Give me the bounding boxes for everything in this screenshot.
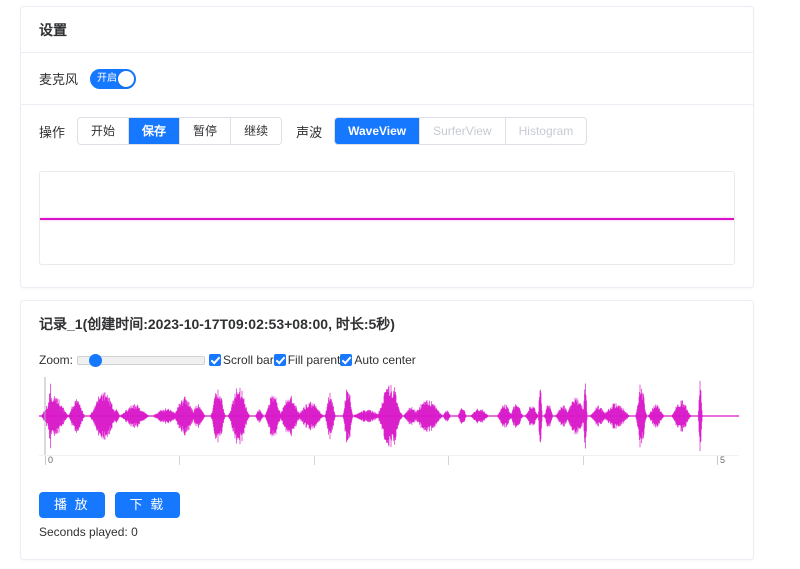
microphone-toggle-label: 开启 xyxy=(91,70,117,88)
auto-center-checkbox[interactable] xyxy=(340,354,352,366)
zoom-label: Zoom: xyxy=(39,353,73,367)
operations-label: 操作 xyxy=(39,122,65,141)
pause-button[interactable]: 暂停 xyxy=(180,118,231,144)
waveform-timeline[interactable]: 05 xyxy=(39,455,739,476)
waveform-options-group: Scroll bar Fill parent Auto center xyxy=(209,353,416,367)
waveview-button[interactable]: WaveView xyxy=(335,118,420,144)
app-root: 设置 麦克风 开启 操作 开始 保存 暂停 继续 声波 WaveView Sur… xyxy=(0,0,800,569)
download-button[interactable]: 下 载 xyxy=(115,492,181,518)
auto-center-label: Auto center xyxy=(354,353,415,367)
waveform-canvas[interactable] xyxy=(39,377,735,455)
start-button[interactable]: 开始 xyxy=(78,118,129,144)
playback-actions: 播 放 下 载 xyxy=(39,492,735,518)
timeline-tick xyxy=(314,456,315,465)
timeline-tick xyxy=(448,456,449,465)
fill-parent-option[interactable]: Fill parent xyxy=(274,353,341,367)
histogram-button: Histogram xyxy=(506,118,587,144)
settings-card-title: 设置 xyxy=(21,7,753,53)
settings-card: 设置 麦克风 开启 操作 开始 保存 暂停 继续 声波 WaveView Sur… xyxy=(20,6,754,288)
scroll-bar-option[interactable]: Scroll bar xyxy=(209,353,274,367)
waveform-graphic xyxy=(39,377,739,455)
scroll-bar-checkbox[interactable] xyxy=(209,354,221,366)
live-wave-preview[interactable] xyxy=(39,171,735,265)
microphone-row: 麦克风 开启 xyxy=(21,53,753,105)
seconds-played-status: Seconds played: 0 xyxy=(39,525,735,539)
scroll-bar-label: Scroll bar xyxy=(223,353,274,367)
record-title: 记录_1(创建时间:2023-10-17T09:02:53+08:00, 时长:… xyxy=(21,301,753,347)
surferview-button: SurferView xyxy=(420,118,505,144)
auto-center-option[interactable]: Auto center xyxy=(340,353,415,367)
microphone-label: 麦克风 xyxy=(39,69,78,88)
zoom-controls-row: Zoom: Scroll bar Fill parent Auto center xyxy=(39,349,735,371)
live-wave-preview-wrap xyxy=(21,157,753,283)
visualizers-button-group: WaveView SurferView Histogram xyxy=(334,117,587,145)
play-button[interactable]: 播 放 xyxy=(39,492,105,518)
record-body: Zoom: Scroll bar Fill parent Auto center xyxy=(21,349,753,539)
timeline-tick xyxy=(717,456,718,465)
resume-button[interactable]: 继续 xyxy=(231,118,281,144)
microphone-toggle[interactable]: 开启 xyxy=(90,69,136,89)
visualizers-label: 声波 xyxy=(296,122,322,141)
fill-parent-label: Fill parent xyxy=(288,353,341,367)
operations-button-group: 开始 保存 暂停 继续 xyxy=(77,117,282,145)
wave-flatline-icon xyxy=(40,218,734,220)
operations-row: 操作 开始 保存 暂停 继续 声波 WaveView SurferView Hi… xyxy=(21,105,753,157)
timeline-tick xyxy=(45,456,46,465)
fill-parent-checkbox[interactable] xyxy=(274,354,286,366)
timeline-tick xyxy=(583,456,584,465)
record-card: 记录_1(创建时间:2023-10-17T09:02:53+08:00, 时长:… xyxy=(20,300,754,560)
zoom-slider[interactable] xyxy=(77,354,205,366)
timeline-tick xyxy=(179,456,180,465)
timeline-end-label: 5 xyxy=(720,455,725,465)
save-button[interactable]: 保存 xyxy=(129,118,180,144)
toggle-knob-icon xyxy=(118,71,134,87)
timeline-start-label: 0 xyxy=(48,455,53,465)
